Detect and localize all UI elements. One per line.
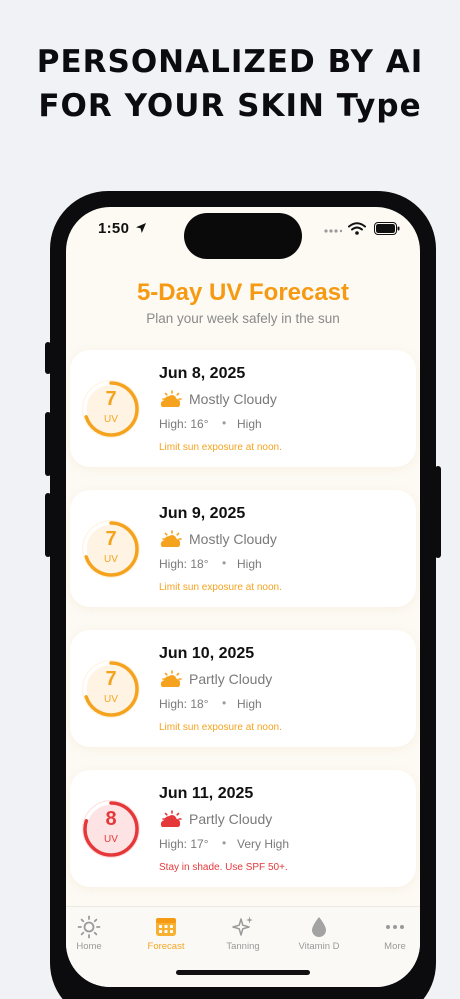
uv-index-label: UV [104, 414, 118, 425]
page-subtitle: Plan your week safely in the sun [146, 311, 340, 326]
separator-dot: • [222, 416, 227, 430]
location-arrow-icon [136, 223, 146, 233]
uv-risk-level: High [237, 417, 262, 431]
tab-tanning[interactable]: Tanning [208, 907, 278, 967]
tab-label: Vitamin D [298, 941, 340, 952]
forecast-advice: Limit sun exposure at noon. [159, 582, 282, 593]
status-time: 1:50 [98, 220, 130, 237]
battery-icon [374, 222, 400, 235]
forecast-date: Jun 10, 2025 [159, 645, 255, 662]
forecast-card[interactable]: 8 UV Jun 11, 2025 Partly Cloudy High: 17° • Ve… [70, 770, 416, 887]
uv-index-value: 7 [105, 388, 117, 410]
tab-vitamin-d[interactable]: Vitamin D [284, 907, 354, 967]
uv-index-label: UV [104, 554, 118, 565]
forecast-date: Jun 8, 2025 [159, 365, 246, 382]
uv-index-label: UV [104, 834, 118, 845]
forecast-condition: Partly Cloudy [189, 811, 273, 827]
forecast-condition: Mostly Cloudy [189, 531, 277, 547]
app-screen: 1:50 5-Day UV Forecast Plan your week sa… [66, 207, 420, 987]
forecast-condition: Partly Cloudy [189, 671, 273, 687]
tab-label: Tanning [226, 941, 260, 952]
tab-forecast[interactable]: Forecast [131, 907, 201, 967]
forecast-advice: Limit sun exposure at noon. [159, 442, 282, 453]
uv-index-value: 8 [105, 808, 117, 830]
uv-risk-level: High [237, 697, 262, 711]
home-indicator[interactable] [176, 970, 310, 975]
separator-dot: • [222, 696, 227, 710]
dynamic-island [184, 213, 302, 259]
more-dots-icon [324, 229, 342, 233]
forecast-condition: Mostly Cloudy [189, 391, 277, 407]
tab-label: More [384, 941, 406, 952]
forecast-card[interactable]: 7 UV Jun 10, 2025 Partly Cloudy High: 18° • Hi… [70, 630, 416, 747]
cloud-sun-icon [160, 530, 182, 547]
status-bar: 1:50 [66, 207, 420, 259]
promo-line-1: PERSONALIZED BY AI [36, 44, 424, 80]
tab-label: Forecast [147, 941, 185, 952]
tab-home[interactable]: Home [66, 907, 124, 967]
more-dots-icon [386, 925, 404, 929]
sun-icon [77, 915, 101, 939]
cloud-sun-icon [160, 670, 182, 687]
calendar-icon [156, 918, 176, 936]
uv-risk-level: High [237, 557, 262, 571]
forecast-high-temp: High: 16° [159, 417, 209, 431]
uv-index-value: 7 [105, 668, 117, 690]
forecast-advice: Limit sun exposure at noon. [159, 722, 282, 733]
separator-dot: • [222, 836, 227, 850]
forecast-advice: Stay in shade. Use SPF 50+. [159, 862, 288, 873]
forecast-card[interactable]: 7 UV Jun 9, 2025 Mostly Cloudy High: 18° • Hig… [70, 490, 416, 607]
forecast-date: Jun 11, 2025 [159, 785, 254, 802]
uv-index-label: UV [104, 694, 118, 705]
forecast-high-temp: High: 18° [159, 697, 209, 711]
separator-dot: • [222, 556, 227, 570]
tab-more[interactable]: More [360, 907, 420, 967]
wifi-icon [348, 222, 366, 235]
page-title: 5-Day UV Forecast [136, 279, 350, 306]
forecast-high-temp: High: 17° [159, 837, 209, 851]
promo-line-2: FOR YOUR SKIN Type [38, 88, 422, 124]
promo-headline: PERSONALIZED BY AI FOR YOUR SKIN Type [0, 40, 460, 128]
forecast-high-temp: High: 18° [159, 557, 209, 571]
drop-icon [312, 917, 326, 937]
sparkles-icon [232, 916, 253, 936]
forecast-date: Jun 9, 2025 [159, 505, 246, 522]
uv-index-value: 7 [105, 528, 117, 550]
cloud-sun-icon [160, 390, 182, 407]
tab-label: Home [76, 941, 102, 952]
forecast-card[interactable]: 7 UV Jun 8, 2025 Mostly Cloudy High: 16° • Hig… [70, 350, 416, 467]
uv-risk-level: Very High [237, 837, 290, 851]
cloud-sun-icon [160, 810, 182, 827]
